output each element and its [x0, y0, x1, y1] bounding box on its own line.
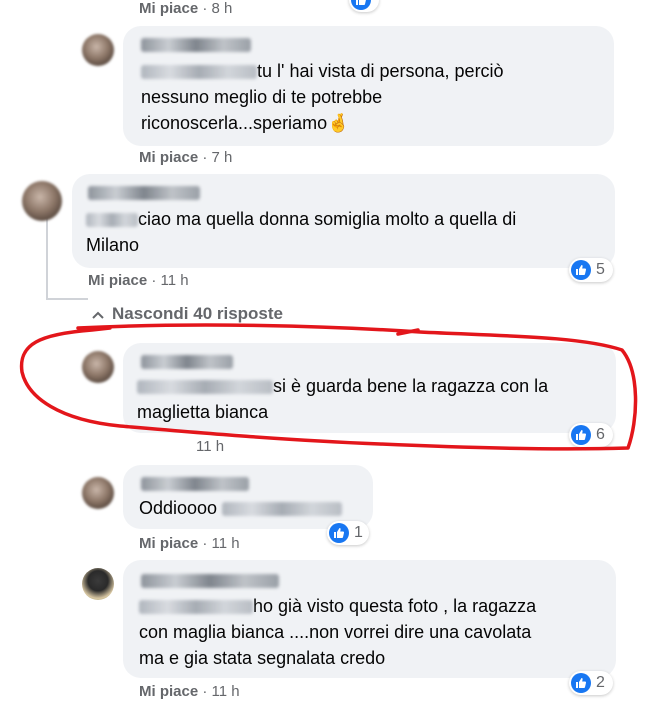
- reaction-badge[interactable]: 2: [569, 671, 613, 695]
- author-name-redacted[interactable]: [141, 574, 279, 588]
- comment-meta: Mi piace · 11 h: [139, 683, 240, 701]
- tagged-name-redacted: [222, 502, 343, 517]
- timestamp[interactable]: 11 h: [212, 535, 240, 552]
- avatar[interactable]: [82, 568, 114, 600]
- meta-separator: ·: [202, 535, 208, 552]
- comment-text: ho già visto questa foto , la ragazza: [139, 593, 536, 619]
- comment-meta: Mi piace · 11 h: [139, 535, 240, 553]
- like-link[interactable]: Mi piace: [139, 683, 198, 700]
- comment-text: con maglia bianca ....non vorrei dire un…: [139, 622, 532, 642]
- timestamp[interactable]: 11 h: [212, 683, 240, 700]
- like-link[interactable]: Mi piace: [139, 535, 198, 552]
- like-reaction-icon: [571, 673, 591, 693]
- meta-separator: ·: [202, 683, 208, 700]
- tagged-name-redacted: [139, 600, 253, 615]
- author-name-redacted[interactable]: [141, 477, 249, 491]
- like-reaction-icon: [329, 523, 349, 543]
- avatar[interactable]: [82, 477, 114, 509]
- reaction-count: 2: [596, 674, 605, 691]
- comment-text: ma e gia stata segnalata credo: [139, 648, 386, 668]
- comment-bubble: Oddioooo: [123, 465, 373, 529]
- comment-bubble: ho già visto questa foto , la ragazza co…: [123, 560, 616, 678]
- reaction-count: 1: [354, 524, 363, 541]
- comment-text: Oddioooo: [139, 495, 343, 521]
- reaction-badge[interactable]: 1: [327, 521, 369, 545]
